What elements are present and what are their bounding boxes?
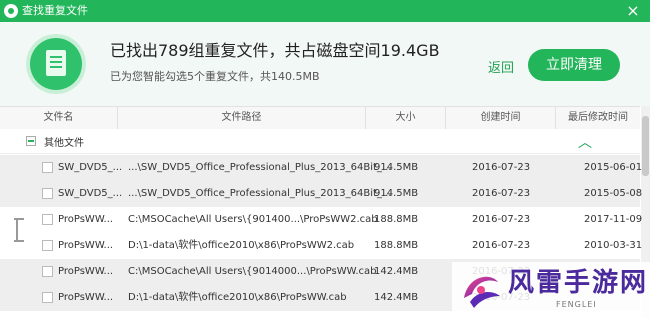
cell-name: ProPsWW...: [58, 240, 114, 251]
cell-size: 188.8MB: [374, 214, 419, 225]
column-header-path[interactable]: 文件路径: [118, 107, 366, 129]
watermark-text: 风雷手游网: [508, 268, 649, 298]
table-row[interactable]: SW_DVD5_... ...\SW_DVD5_Office_Professio…: [0, 181, 643, 207]
cell-size: 142.4MB: [374, 292, 419, 303]
cell-path: D:\1-data\软件\office2010\x86\ProPsWW2.cab: [128, 240, 355, 251]
duplicate-files-icon: [30, 38, 82, 90]
row-checkbox[interactable]: [42, 266, 53, 277]
group-checkbox[interactable]: [26, 136, 36, 146]
row-checkbox[interactable]: [42, 188, 53, 199]
cell-modified: 2010-03-31: [584, 240, 643, 251]
cell-modified: 2015-06-01: [584, 162, 643, 173]
cell-name: ProPsWW...: [58, 292, 114, 303]
cell-created: 2016-07-23: [472, 162, 531, 173]
watermark-logo-icon: [464, 276, 500, 308]
column-header-created[interactable]: 创建时间: [446, 107, 556, 129]
cell-size: 914.5MB: [374, 162, 419, 173]
cell-size: 914.5MB: [374, 188, 419, 199]
close-icon[interactable]: ×: [624, 2, 642, 20]
cell-path: ...\SW_DVD5_Office_Professional_Plus_201…: [128, 162, 392, 173]
column-header-name[interactable]: 文件名: [0, 107, 118, 129]
summary-headline: 已找出789组重复文件，共占磁盘空间19.4GB: [110, 41, 440, 60]
table-row[interactable]: ProPsWW... D:\1-data\软件\office2010\x86\P…: [0, 233, 643, 259]
cell-name: SW_DVD5_...: [58, 162, 123, 173]
summary-panel: 已找出789组重复文件，共占磁盘空间19.4GB 已为您智能勾选5个重复文件，共…: [0, 22, 650, 106]
cell-created: 2016-07-23: [472, 240, 531, 251]
title-bar: 查找重复文件 ×: [0, 0, 650, 22]
cell-name: ProPsWW...: [58, 266, 114, 277]
window-title: 查找重复文件: [22, 4, 88, 17]
cell-path: C:\MSOCache\All Users\{9014000...\ProPsW…: [128, 266, 377, 277]
table-row[interactable]: ProPsWW... C:\MSOCache\All Users\{901400…: [0, 207, 643, 233]
row-checkbox[interactable]: [42, 214, 53, 225]
cell-path: C:\MSOCache\All Users\{901400...\ProPsWW…: [128, 214, 378, 225]
cell-created: 2016-07-23: [472, 214, 531, 225]
clean-now-button[interactable]: 立即清理: [528, 49, 620, 81]
group-header-other-files[interactable]: 其他文件 ︿: [0, 129, 640, 154]
row-checkbox[interactable]: [42, 162, 53, 173]
group-label: 其他文件: [44, 138, 84, 149]
cell-size: 188.8MB: [374, 240, 419, 251]
cell-modified: 2017-11-09: [584, 214, 643, 225]
cell-size: 142.4MB: [374, 266, 419, 277]
row-checkbox[interactable]: [42, 292, 53, 303]
table-row[interactable]: SW_DVD5_... ...\SW_DVD5_Office_Professio…: [0, 155, 643, 181]
cell-modified: 2015-05-08: [584, 188, 643, 199]
column-header-size[interactable]: 大小: [366, 107, 446, 129]
app-logo-icon: [4, 4, 18, 18]
column-header-modified[interactable]: 最后修改时间: [556, 107, 640, 129]
cell-path: D:\1-data\软件\office2010\x86\ProPsWW.cab: [128, 292, 347, 303]
collapse-chevron-icon[interactable]: ︿: [578, 132, 592, 152]
cell-name: SW_DVD5_...: [58, 188, 123, 199]
cell-created: 2016-07-23: [472, 188, 531, 199]
row-checkbox[interactable]: [42, 240, 53, 251]
cell-path: ...\SW_DVD5_Office_Professional_Plus_201…: [128, 188, 392, 199]
cell-name: ProPsWW...: [58, 214, 114, 225]
scrollbar-thumb[interactable]: [642, 116, 649, 176]
table-header: 文件名 文件路径 大小 创建时间 最后修改时间: [0, 106, 640, 130]
watermark: 风雷手游网 FENGLEI: [452, 262, 650, 318]
summary-subline: 已为您智能勾选5个重复文件，共140.5MB: [110, 70, 320, 83]
back-link[interactable]: 返回: [488, 57, 514, 76]
watermark-subtext: FENGLEI: [556, 300, 597, 309]
